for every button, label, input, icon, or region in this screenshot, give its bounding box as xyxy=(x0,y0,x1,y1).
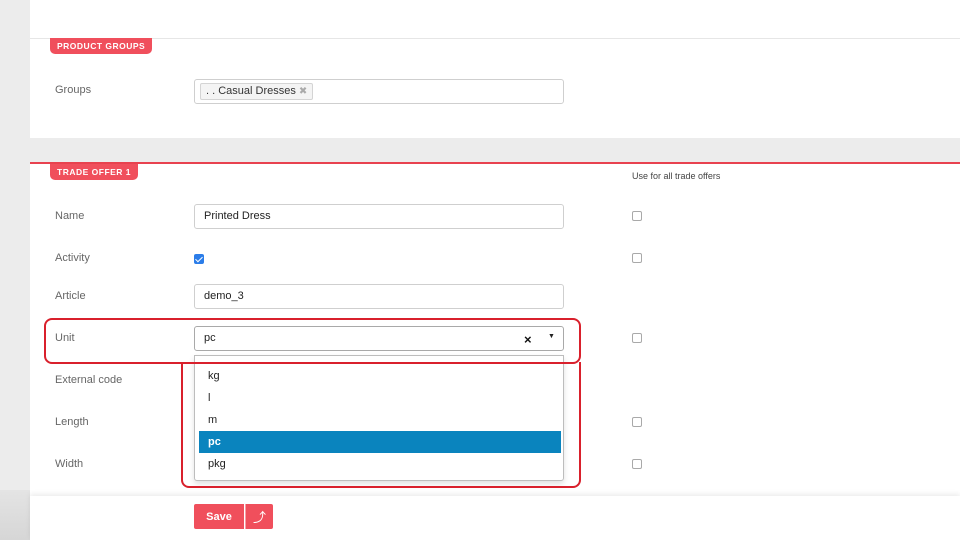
activity-use-all-checkbox[interactable] xyxy=(632,253,642,263)
clear-icon[interactable]: × xyxy=(524,332,532,347)
save-button[interactable]: Save xyxy=(194,504,244,529)
unit-select[interactable]: pc xyxy=(194,326,564,351)
name-label: Name xyxy=(55,210,85,222)
left-shadow xyxy=(0,490,30,540)
width-use-all-checkbox[interactable] xyxy=(632,459,642,469)
width-label: Width xyxy=(55,458,84,470)
external-code-label: External code xyxy=(55,374,123,386)
activity-label: Activity xyxy=(55,252,90,264)
unit-label: Unit xyxy=(55,332,75,344)
section-divider xyxy=(30,38,960,39)
unit-option-m[interactable]: m xyxy=(199,409,561,431)
group-tag: . . Casual Dresses ✖ xyxy=(200,83,314,100)
article-input[interactable]: demo_3 xyxy=(194,284,564,309)
product-groups-tab: PRODUCT GROUPS xyxy=(50,38,153,54)
groups-label: Groups xyxy=(55,84,92,96)
name-use-all-checkbox[interactable] xyxy=(632,211,642,221)
chevron-down-icon[interactable]: ▼ xyxy=(548,333,555,340)
unit-option-pkg[interactable]: pkg xyxy=(199,453,561,475)
name-input[interactable]: Printed Dress xyxy=(194,204,564,229)
unit-use-all-checkbox[interactable] xyxy=(632,333,642,343)
tag-remove-icon[interactable]: ✖ xyxy=(299,86,307,97)
product-groups-panel: PRODUCT GROUPS xyxy=(30,0,960,138)
unit-option-kg[interactable]: kg xyxy=(199,365,561,387)
trade-offer-tab: TRADE OFFER 1 xyxy=(50,164,139,180)
article-label: Article xyxy=(55,290,86,302)
save-and-exit-icon[interactable]: ⤴ xyxy=(245,504,273,529)
unit-dropdown: kg l m pc pkg xyxy=(194,355,564,481)
unit-option-l[interactable]: l xyxy=(199,387,561,409)
activity-checkbox[interactable] xyxy=(194,254,204,264)
use-for-all-header: Use for all trade offers xyxy=(632,171,721,181)
unit-option-pc[interactable]: pc xyxy=(199,431,561,453)
length-label: Length xyxy=(55,416,89,428)
length-use-all-checkbox[interactable] xyxy=(632,417,642,427)
group-tag-label: . . Casual Dresses xyxy=(206,85,296,97)
footer-bar: Save ⤴ xyxy=(30,496,960,540)
